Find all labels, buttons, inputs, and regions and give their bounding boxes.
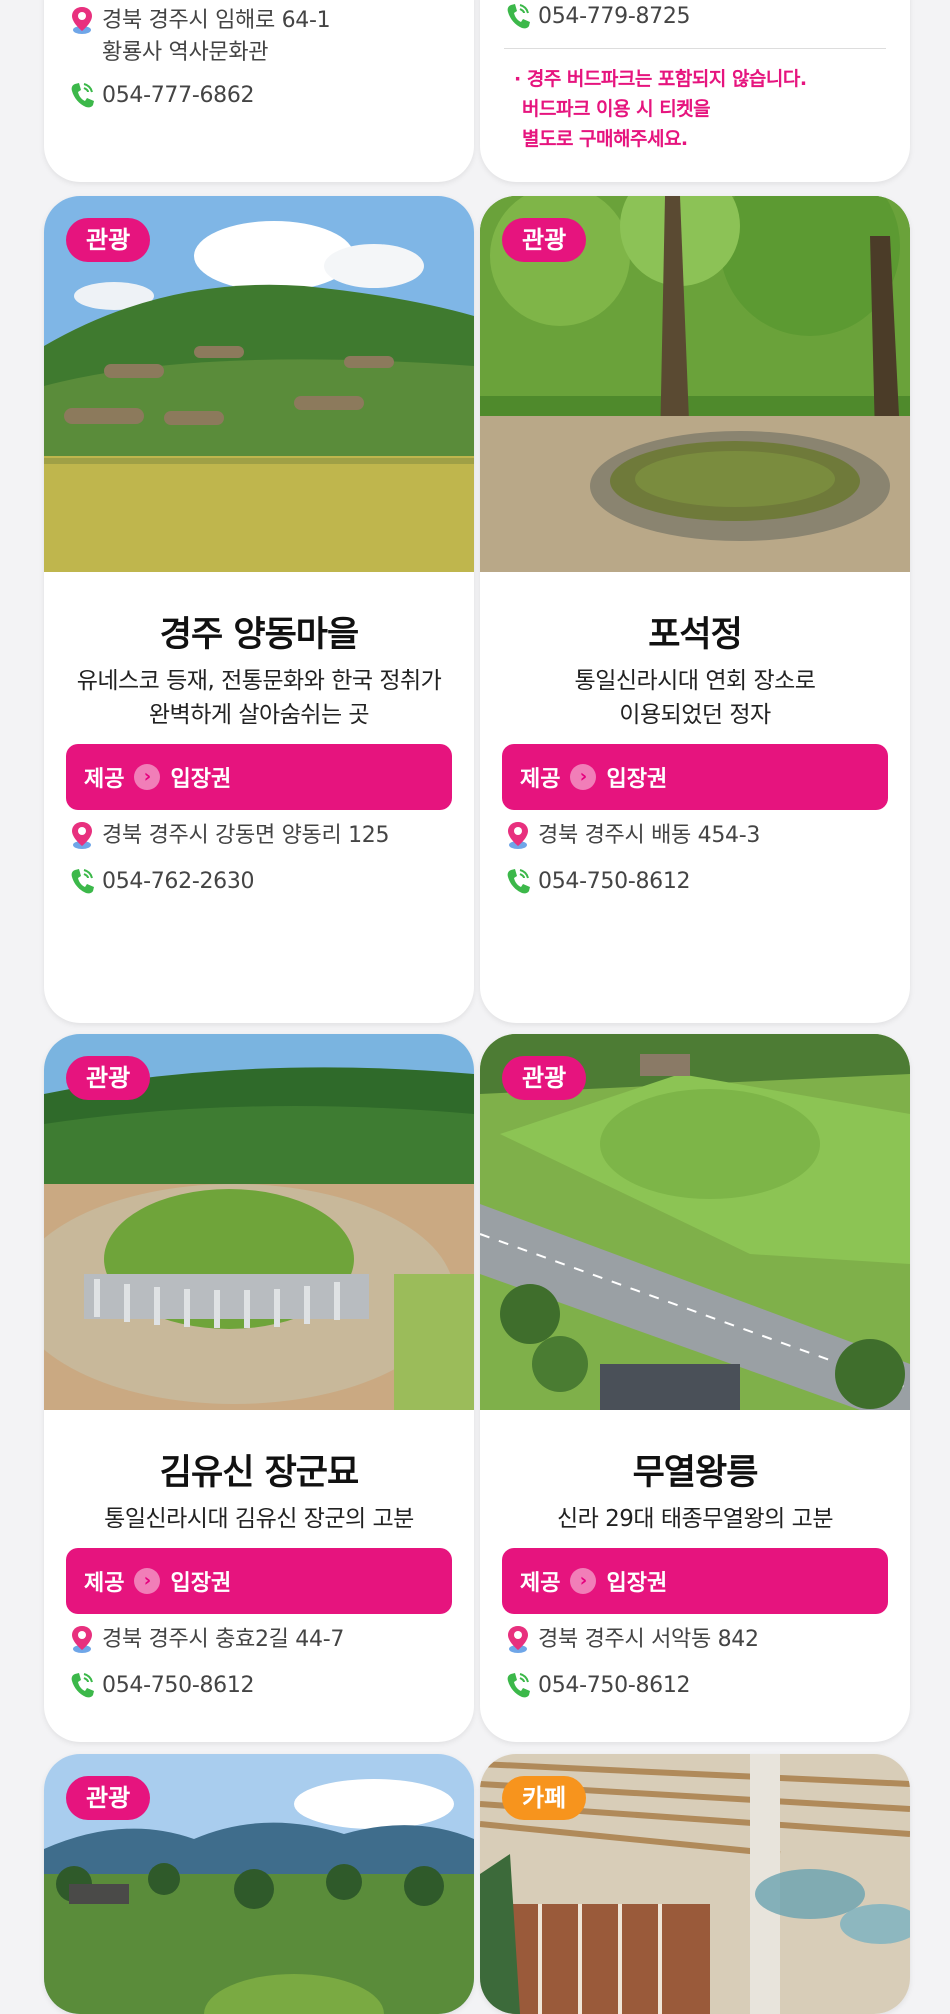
address-row: 경북 경주시 강동면 양동리 125 bbox=[68, 820, 464, 852]
address-text: 경북 경주시 강동면 양동리 125 bbox=[102, 823, 390, 848]
provide-label: 제공 bbox=[520, 1571, 561, 1596]
location-pin-icon bbox=[68, 820, 102, 852]
divider bbox=[504, 48, 886, 49]
place-title: 경주 양동마을 bbox=[159, 615, 359, 655]
place-description: 통일신라시대 연회 장소로 이용되었던 정자 bbox=[490, 664, 900, 732]
chevron-right-icon: › bbox=[570, 764, 597, 790]
phone-text[interactable]: 054-777-6862 bbox=[102, 80, 255, 112]
address-text: 경북 경주시 서악동 842 bbox=[538, 1627, 759, 1652]
place-title: 포석정 bbox=[648, 615, 743, 655]
provide-ticket-bar[interactable]: 제공 › 입장권 bbox=[502, 744, 888, 810]
card-hwangnyongsa[interactable]: 경북 경주시 임해로 64-1 황룡사 역사문화관 054-777-6862 bbox=[44, 0, 474, 182]
place-title: 무열왕릉 bbox=[632, 1453, 759, 1493]
category-badge: 관광 bbox=[66, 1776, 151, 1820]
card-cafe-bottom[interactable]: 카페 bbox=[480, 1754, 910, 2014]
phone-text[interactable]: 054-762-2630 bbox=[102, 866, 255, 898]
phone-icon bbox=[504, 1670, 538, 1702]
description-line: 통일신라시대 연회 장소로 bbox=[574, 668, 816, 694]
phone-text[interactable]: 054-750-8612 bbox=[102, 1670, 255, 1702]
card-park-bottom[interactable]: 관광 bbox=[44, 1754, 474, 2014]
notice-line: 버드파크 이용 시 티켓을 bbox=[522, 98, 711, 120]
provide-label: 제공 bbox=[84, 1571, 125, 1596]
category-badge: 관광 bbox=[502, 1056, 587, 1100]
address-text: 경북 경주시 충효2길 44-7 bbox=[102, 1627, 345, 1652]
address-row: 경북 경주시 배동 454-3 bbox=[504, 820, 900, 852]
chevron-right-icon: › bbox=[134, 1568, 161, 1594]
description-line: 신라 29대 태종무열왕의 고분 bbox=[557, 1506, 833, 1532]
phone-icon bbox=[504, 1, 538, 33]
chevron-right-icon: › bbox=[134, 764, 161, 790]
phone-icon bbox=[68, 80, 102, 112]
phone-row[interactable]: 054-750-8612 bbox=[68, 1670, 464, 1702]
address-text: 경북 경주시 임해로 64-1 bbox=[102, 8, 331, 33]
phone-text[interactable]: 054-750-8612 bbox=[538, 1670, 691, 1702]
description-line: 이용되었던 정자 bbox=[619, 702, 771, 728]
address-row: 경북 경주시 서악동 842 bbox=[504, 1624, 900, 1656]
card-yangdong-village[interactable]: 관광 경주 양동마을 유네스코 등재, 전통문화와 한국 정취가 완벽하게 살아… bbox=[44, 196, 474, 1023]
provide-value: 입장권 bbox=[606, 1571, 668, 1596]
phone-row[interactable]: 054-777-6862 bbox=[68, 80, 464, 112]
card-poseokjeong[interactable]: 관광 포석정 통일신라시대 연회 장소로 이용되었던 정자 제공 › 입장권 경… bbox=[480, 196, 910, 1023]
phone-icon bbox=[68, 1670, 102, 1702]
place-description: 통일신라시대 김유신 장군의 고분 bbox=[54, 1502, 464, 1536]
card-kimyushin-tomb[interactable]: 관광 김유신 장군묘 통일신라시대 김유신 장군의 고분 제공 › 입장권 경북… bbox=[44, 1034, 474, 1742]
location-pin-icon bbox=[504, 820, 538, 852]
provide-value: 입장권 bbox=[170, 767, 232, 792]
category-badge: 관광 bbox=[66, 1056, 151, 1100]
place-description: 유네스코 등재, 전통문화와 한국 정취가 완벽하게 살아숨쉬는 곳 bbox=[54, 664, 464, 732]
notice-text: · 경주 버드파크는 포함되지 않습니다. 버드파크 이용 시 티켓을 별도로 … bbox=[514, 64, 890, 154]
category-badge: 관광 bbox=[66, 218, 151, 262]
provide-label: 제공 bbox=[520, 767, 561, 792]
provide-ticket-bar[interactable]: 제공 › 입장권 bbox=[502, 1548, 888, 1614]
provide-value: 입장권 bbox=[170, 1571, 232, 1596]
provide-ticket-bar[interactable]: 제공 › 입장권 bbox=[66, 1548, 452, 1614]
location-pin-icon bbox=[68, 1624, 102, 1656]
phone-icon bbox=[68, 866, 102, 898]
phone-row[interactable]: 054-750-8612 bbox=[504, 866, 900, 898]
phone-row[interactable]: 054-762-2630 bbox=[68, 866, 464, 898]
provide-ticket-bar[interactable]: 제공 › 입장권 bbox=[66, 744, 452, 810]
category-badge: 관광 bbox=[502, 218, 587, 262]
address-row: 경북 경주시 충효2길 44-7 bbox=[68, 1624, 464, 1656]
description-line: 유네스코 등재, 전통문화와 한국 정취가 bbox=[76, 668, 442, 694]
place-description: 신라 29대 태종무열왕의 고분 bbox=[490, 1502, 900, 1536]
chevron-right-icon: › bbox=[570, 1568, 597, 1594]
provide-value: 입장권 bbox=[606, 767, 668, 792]
card-birdpark-note[interactable]: 054-779-8725 · 경주 버드파크는 포함되지 않습니다. 버드파크 … bbox=[480, 0, 910, 182]
phone-row[interactable]: 054-779-8725 bbox=[504, 1, 900, 33]
address-row: 경북 경주시 임해로 64-1 황룡사 역사문화관 bbox=[68, 5, 464, 69]
notice-line: · 경주 버드파크는 포함되지 않습니다. bbox=[514, 68, 807, 90]
location-pin-icon bbox=[504, 1624, 538, 1656]
place-title: 김유신 장군묘 bbox=[159, 1453, 359, 1493]
phone-row[interactable]: 054-750-8612 bbox=[504, 1670, 900, 1702]
location-pin-icon bbox=[68, 5, 102, 37]
address-text-line2: 황룡사 역사문화관 bbox=[102, 40, 269, 65]
phone-text[interactable]: 054-750-8612 bbox=[538, 866, 691, 898]
provide-label: 제공 bbox=[84, 767, 125, 792]
description-line: 완벽하게 살아숨쉬는 곳 bbox=[148, 702, 370, 728]
notice-line: 별도로 구매해주세요. bbox=[522, 128, 688, 150]
address-text: 경북 경주시 배동 454-3 bbox=[538, 823, 761, 848]
card-muyeol-royal-tomb[interactable]: 관광 무열왕릉 신라 29대 태종무열왕의 고분 제공 › 입장권 경북 경주시… bbox=[480, 1034, 910, 1742]
description-line: 통일신라시대 김유신 장군의 고분 bbox=[104, 1506, 414, 1532]
phone-text[interactable]: 054-779-8725 bbox=[538, 1, 691, 33]
category-badge: 카페 bbox=[502, 1776, 587, 1820]
phone-icon bbox=[504, 866, 538, 898]
